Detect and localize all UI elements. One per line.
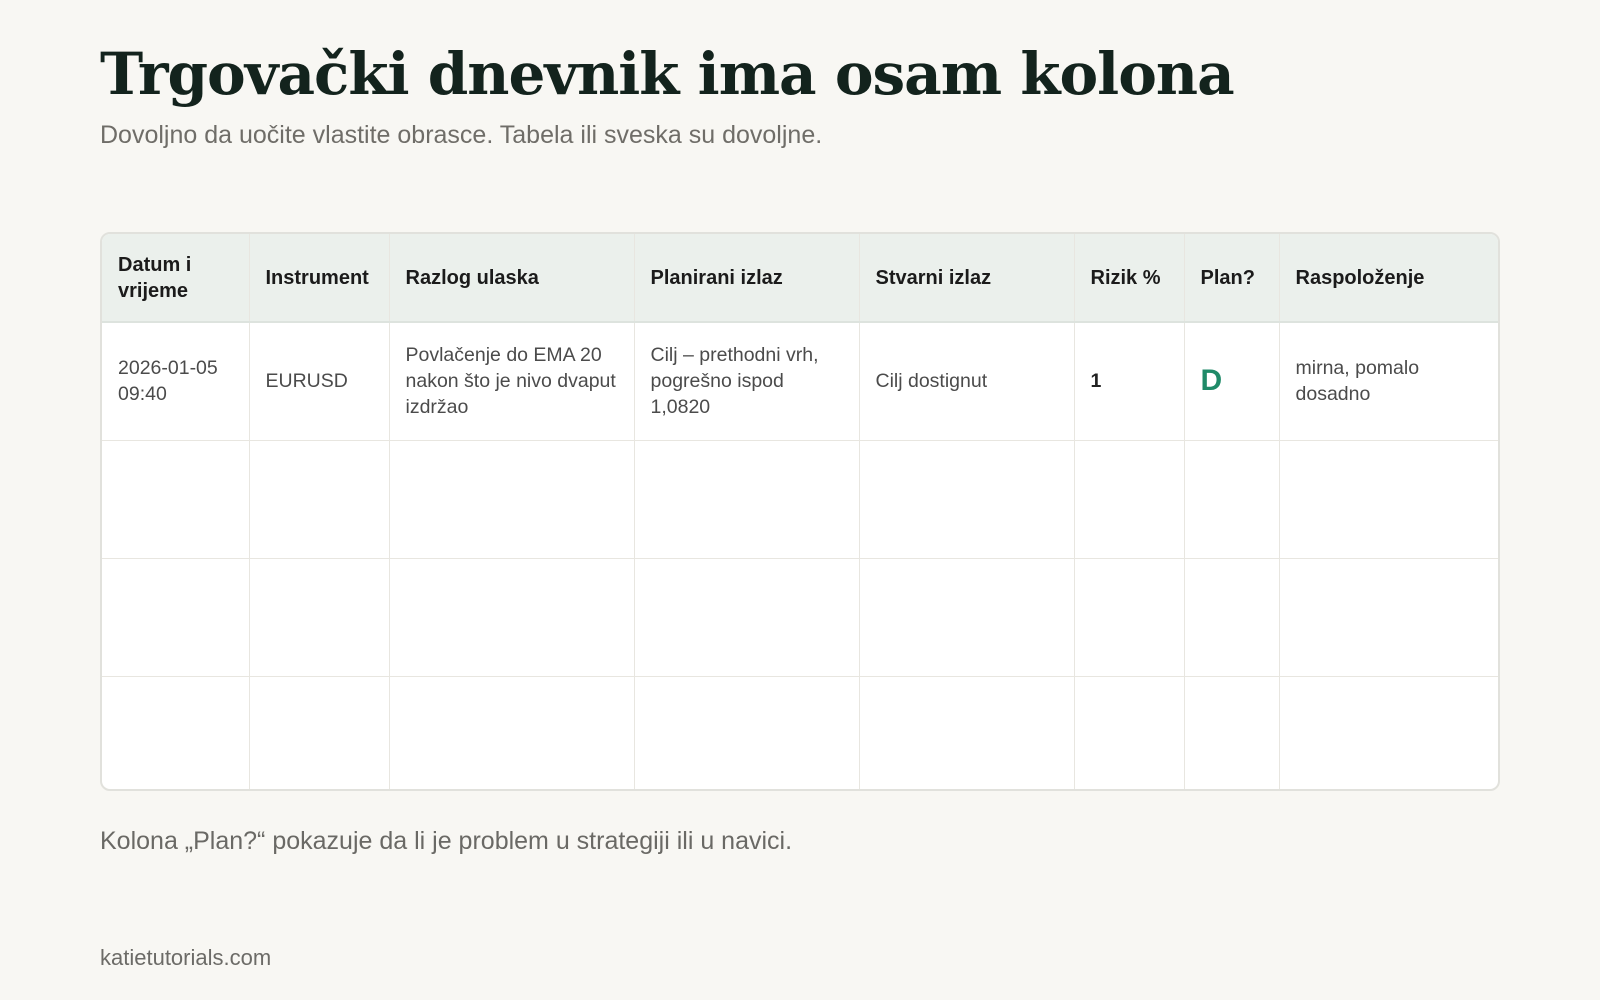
empty-cell <box>102 676 250 789</box>
empty-cell <box>634 676 860 789</box>
cell-stvarni-izlaz: Cilj dostignut <box>859 322 1075 441</box>
site-credit: katietutorials.com <box>100 945 272 970</box>
empty-cell <box>249 676 390 789</box>
empty-cell <box>102 440 250 559</box>
empty-cell <box>859 440 1075 559</box>
column-header-planirani-izlaz: Planirani izlaz <box>634 234 860 323</box>
page-title: Trgovački dnevnik ima osam kolona <box>100 40 1235 108</box>
cell-razlog-ulaska: Povlačenje do EMA 20 nakon što je nivo d… <box>389 322 635 441</box>
column-header-plan: Plan? <box>1184 234 1280 323</box>
empty-cell <box>1184 440 1280 559</box>
empty-cell <box>249 440 390 559</box>
table-row-empty <box>102 558 1498 677</box>
empty-cell <box>389 440 635 559</box>
column-header-stvarni-izlaz: Stvarni izlaz <box>859 234 1075 323</box>
empty-cell <box>1279 676 1498 789</box>
empty-cell <box>1184 676 1280 789</box>
empty-cell <box>1074 440 1185 559</box>
cell-plan: D <box>1184 322 1280 441</box>
empty-cell <box>634 558 860 677</box>
footnote: Kolona „Plan?“ pokazuje da li je problem… <box>100 827 793 855</box>
table-row-empty <box>102 676 1498 789</box>
table-row-empty <box>102 440 1498 559</box>
column-header-razlog-ulaska: Razlog ulaska <box>389 234 635 323</box>
cell-rizik: 1 <box>1074 322 1185 441</box>
empty-cell <box>1074 676 1185 789</box>
cell-planirani-izlaz: Cilj – prethodni vrh, pogrešno ispod 1,0… <box>634 322 860 441</box>
empty-cell <box>859 558 1075 677</box>
empty-cell <box>1184 558 1280 677</box>
column-header-datum: Datum i vrijeme <box>102 234 250 323</box>
table-header-row: Datum i vrijeme Instrument Razlog ulaska… <box>102 234 1498 323</box>
empty-cell <box>389 558 635 677</box>
cell-datum: 2026-01-05 09:40 <box>102 322 250 441</box>
empty-cell <box>1279 558 1498 677</box>
cell-raspolozenje: mirna, pomalo dosadno <box>1279 322 1498 441</box>
empty-cell <box>634 440 860 559</box>
page-subtitle: Dovoljno da uočite vlastite obrasce. Tab… <box>100 121 823 149</box>
table-row: 2026-01-05 09:40 EURUSD Povlačenje do EM… <box>102 322 1498 441</box>
empty-cell <box>1279 440 1498 559</box>
cell-instrument: EURUSD <box>249 322 390 441</box>
empty-cell <box>859 676 1075 789</box>
column-header-raspolozenje: Raspoloženje <box>1279 234 1498 323</box>
empty-cell <box>389 676 635 789</box>
empty-cell <box>102 558 250 677</box>
column-header-instrument: Instrument <box>249 234 390 323</box>
empty-cell <box>1074 558 1185 677</box>
empty-cell <box>249 558 390 677</box>
column-header-rizik: Rizik % <box>1074 234 1185 323</box>
trading-journal-table: Datum i vrijeme Instrument Razlog ulaska… <box>100 232 1500 791</box>
